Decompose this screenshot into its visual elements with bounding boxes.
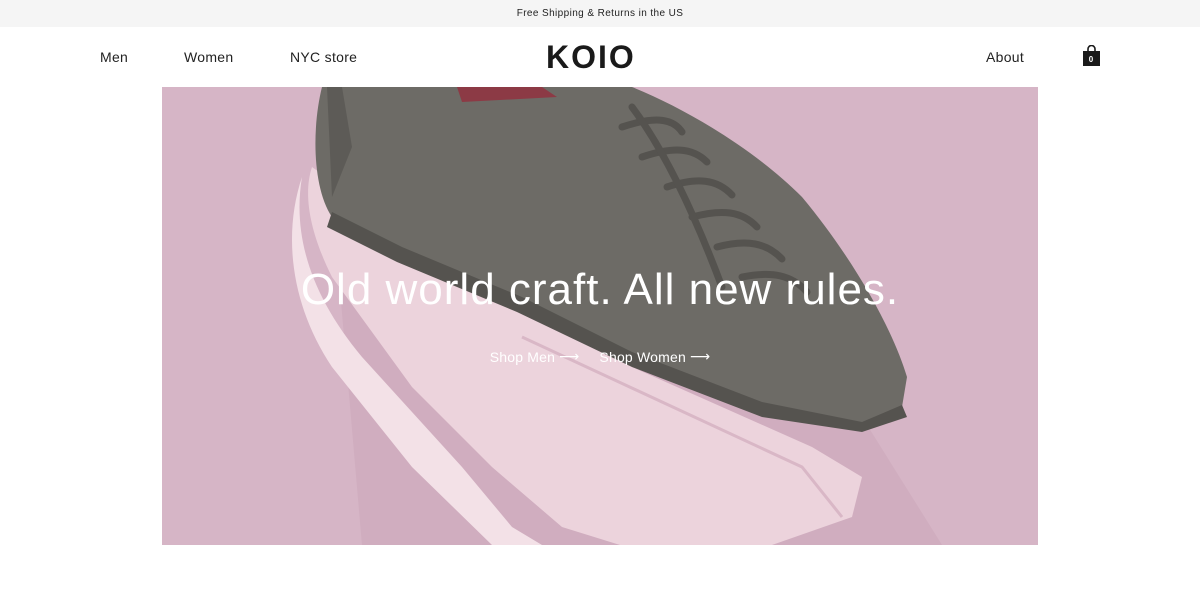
arrow-right-icon: ⟶ <box>559 348 580 364</box>
shop-men-link[interactable]: Shop Men ⟶ <box>490 348 580 365</box>
cart-count: 0 <box>1088 55 1094 64</box>
cart-button[interactable]: 0 <box>1082 44 1101 67</box>
nav-women[interactable]: Women <box>184 49 233 65</box>
announcement-text: Free Shipping & Returns in the US <box>516 8 684 19</box>
shop-women-label: Shop Women <box>599 348 686 365</box>
hero-title: Old world craft. All new rules. <box>300 265 900 314</box>
logo[interactable]: KOIO <box>546 39 636 76</box>
nav-men[interactable]: Men <box>100 49 128 65</box>
nav-nyc-store[interactable]: NYC store <box>290 49 357 65</box>
shop-men-label: Shop Men <box>489 348 556 365</box>
hero-links: Shop Men ⟶ Shop Women ⟶ <box>162 348 1038 365</box>
hero-sneaker-image <box>162 87 1038 545</box>
shop-women-link[interactable]: Shop Women ⟶ <box>599 348 710 365</box>
site-header: Men Women NYC store KOIO About 0 <box>0 27 1200 87</box>
announcement-bar: Free Shipping & Returns in the US <box>0 0 1200 27</box>
hero-banner: Old world craft. All new rules. Shop Men… <box>162 87 1038 545</box>
arrow-right-icon: ⟶ <box>690 348 711 364</box>
nav-about[interactable]: About <box>986 49 1024 65</box>
